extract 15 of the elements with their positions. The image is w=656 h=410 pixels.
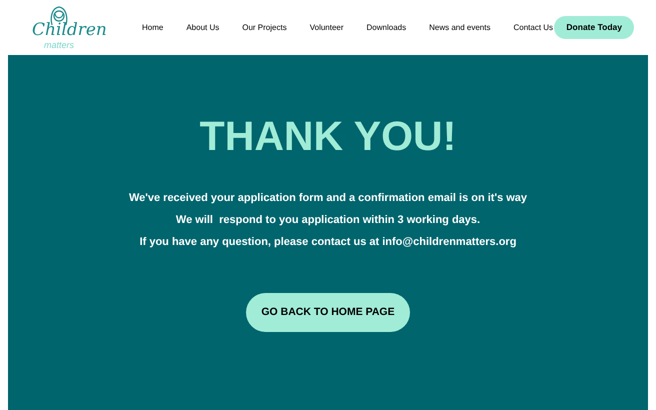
home-button[interactable]: GO BACK TO HOME PAGE — [246, 293, 410, 332]
message-text: We've received your application form and a confirmation email is on it's way — [128, 191, 528, 205]
logo-subtext: matters — [44, 40, 74, 50]
nav-link[interactable]: Our Projects — [242, 22, 287, 34]
nav-link[interactable]: Downloads — [366, 22, 406, 34]
nav-link[interactable]: Volunteer — [310, 22, 344, 34]
heading: THANK YOU! — [200, 116, 456, 157]
nav-link[interactable]: About Us — [186, 22, 220, 34]
message-text: We will respond to you application within 3 working days. — [176, 213, 480, 227]
message-text: If you have any question, please contact us at info@childrenmatters.org — [140, 235, 516, 249]
logo-text: Children — [32, 22, 107, 38]
nav-link[interactable]: News and events — [429, 22, 490, 34]
donate-button[interactable]: Donate Today — [554, 16, 634, 39]
nav-link[interactable]: Contact Us — [513, 22, 554, 34]
nav-link[interactable]: Home — [142, 22, 164, 34]
